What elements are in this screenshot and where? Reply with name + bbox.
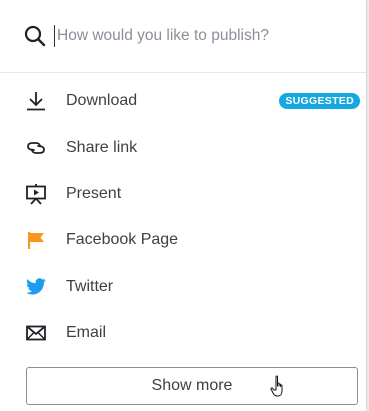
option-twitter[interactable]: Twitter [0, 264, 366, 310]
search-icon [24, 25, 46, 47]
option-label: Email [66, 324, 107, 342]
facebook-flag-icon [25, 229, 47, 251]
option-share-link[interactable]: Share link [0, 124, 366, 170]
suggested-badge: SUGGESTED [279, 93, 360, 109]
option-label: Twitter [66, 277, 114, 295]
option-label: Present [66, 184, 122, 202]
option-present[interactable]: Present [0, 171, 366, 217]
text-caret [54, 25, 55, 47]
email-icon [25, 322, 47, 344]
hand-cursor-icon [270, 375, 288, 404]
search-bar[interactable] [0, 0, 366, 73]
download-icon [25, 90, 47, 112]
option-label: Facebook Page [66, 231, 179, 249]
option-facebook-page[interactable]: Facebook Page [0, 217, 366, 263]
option-email[interactable]: Email [0, 310, 366, 356]
option-download[interactable]: Download SUGGESTED [0, 78, 366, 124]
publish-options-list: Download SUGGESTED Share link Present Fa… [0, 78, 366, 356]
option-label: Download [66, 92, 138, 110]
show-more-button[interactable]: Show more [26, 367, 358, 405]
publish-panel: Download SUGGESTED Share link [0, 0, 367, 411]
option-label: Share link [66, 138, 138, 156]
search-input[interactable] [57, 27, 327, 45]
present-icon [25, 183, 47, 205]
link-icon [25, 137, 47, 159]
twitter-icon [25, 276, 47, 298]
